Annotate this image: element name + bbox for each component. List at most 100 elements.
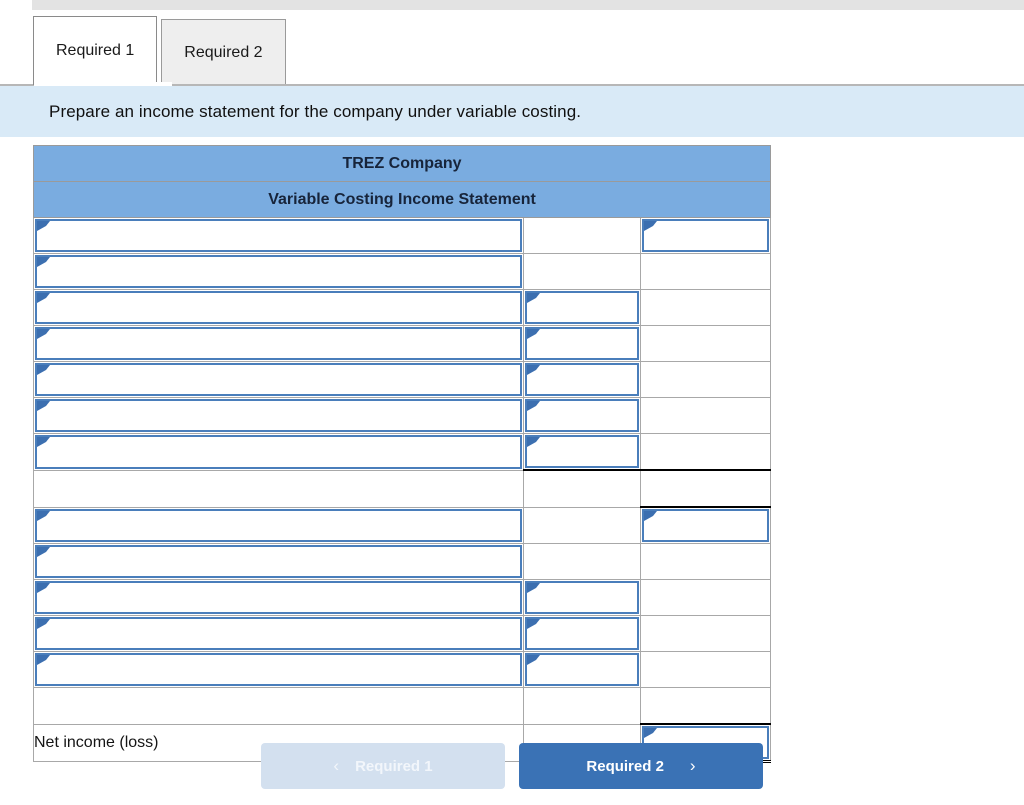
chevron-right-icon: › (689, 756, 696, 775)
statement-input-cell-r4-c1[interactable] (33, 325, 524, 362)
input-wrapper (524, 652, 640, 687)
dropdown-input[interactable] (35, 617, 522, 650)
dropdown-input[interactable] (525, 291, 639, 324)
dropdown-input[interactable] (525, 653, 639, 686)
instruction-text: Prepare an income statement for the comp… (49, 101, 582, 121)
statement-input-cell-r7-c2[interactable] (523, 433, 641, 471)
dropdown-input[interactable] (35, 508, 522, 542)
dropdown-input[interactable] (35, 255, 522, 288)
input-wrapper (34, 652, 523, 687)
statement-cell-r8-c3 (639, 469, 772, 508)
dropdown-input[interactable] (525, 399, 639, 432)
dropdown-input[interactable] (525, 581, 639, 614)
statement-input-cell-r11-c2[interactable] (523, 579, 641, 616)
next-button-label: Required 2 (586, 757, 664, 775)
input-wrapper (34, 326, 523, 361)
dropdown-input[interactable] (35, 363, 522, 396)
statement-cell-r14-c1 (33, 687, 524, 725)
dropdown-input[interactable] (35, 545, 522, 578)
table-row (33, 361, 772, 398)
dropdown-input[interactable] (35, 219, 522, 252)
statement-input-cell-r9-c1[interactable] (33, 506, 524, 544)
instruction-banner: Prepare an income statement for the comp… (0, 84, 1024, 137)
statement-cell-r10-c2 (523, 543, 641, 580)
statement-input-cell-r13-c2[interactable] (523, 651, 641, 688)
table-row (33, 253, 772, 290)
statement-input-cell-r6-c2[interactable] (523, 397, 641, 434)
statement-cell-r1-c2 (523, 217, 641, 254)
statement-cell-r12-c3 (639, 615, 772, 652)
input-wrapper (524, 326, 640, 361)
statement-input-cell-r12-c2[interactable] (523, 615, 641, 652)
input-wrapper (34, 616, 523, 651)
table-header-company-row: TREZ Company (32, 145, 772, 182)
tab-required-2[interactable]: Required 2 (161, 19, 286, 85)
tab-required-1-label: Required 1 (56, 42, 135, 59)
statement-cell-r13-c3 (639, 651, 772, 688)
statement-input-cell-r4-c2[interactable] (523, 325, 641, 362)
prev-button-label: Required 1 (355, 757, 433, 775)
table-header-statement-row: Variable Costing Income Statement (32, 181, 772, 218)
statement-cell-r7-c3 (639, 433, 772, 471)
dropdown-input[interactable] (525, 327, 639, 360)
statement-input-cell-r2-c1[interactable] (33, 253, 524, 290)
prev-required-1-button[interactable]: ‹ Required 1 (261, 743, 505, 789)
statement-input-cell-r7-c1[interactable] (33, 433, 524, 471)
dropdown-input[interactable] (642, 219, 770, 252)
input-wrapper (34, 290, 523, 325)
statement-cell-r5-c3 (639, 361, 772, 398)
dropdown-input[interactable] (525, 617, 639, 650)
dropdown-input[interactable] (35, 435, 522, 469)
input-wrapper (34, 434, 523, 470)
next-required-2-button[interactable]: Required 2 › (519, 743, 763, 789)
variable-costing-income-statement-table: TREZ Company Variable Costing Income Sta… (32, 145, 772, 763)
input-wrapper (524, 398, 640, 433)
navigation-bar: ‹ Required 1 Required 2 › (0, 742, 1024, 790)
statement-input-cell-r1-c1[interactable] (33, 217, 524, 254)
statement-input-cell-r3-c1[interactable] (33, 289, 524, 326)
input-wrapper (641, 508, 770, 543)
input-wrapper (34, 362, 523, 397)
table-row (33, 651, 772, 688)
dropdown-input[interactable] (525, 363, 639, 396)
statement-input-cell-r3-c2[interactable] (523, 289, 641, 326)
table-row (33, 217, 772, 254)
input-wrapper (524, 434, 640, 469)
statement-input-cell-r10-c1[interactable] (33, 543, 524, 580)
input-wrapper (524, 580, 640, 615)
statement-input-cell-r5-c1[interactable] (33, 361, 524, 398)
tab-required-1[interactable]: Required 1 (33, 16, 158, 85)
statement-cell-r8-c2 (523, 469, 641, 508)
statement-cell-r10-c3 (639, 543, 772, 580)
input-wrapper (34, 254, 523, 289)
top-grey-strip (32, 0, 1024, 10)
input-wrapper (34, 508, 523, 544)
statement-cell-r6-c3 (639, 397, 772, 434)
input-wrapper (641, 218, 770, 253)
input-wrapper (34, 544, 523, 579)
statement-cell-r9-c2 (523, 506, 641, 544)
statement-input-cell-r13-c1[interactable] (33, 651, 524, 688)
statement-input-cell-r11-c1[interactable] (33, 579, 524, 616)
dropdown-input[interactable] (642, 509, 770, 542)
company-title-cell: TREZ Company (32, 145, 772, 182)
chevron-left-icon: ‹ (333, 756, 340, 775)
statement-cell-r11-c3 (639, 579, 772, 616)
dropdown-input[interactable] (35, 291, 522, 324)
input-wrapper (34, 398, 523, 433)
dropdown-input[interactable] (35, 653, 522, 686)
table-row (33, 433, 772, 471)
statement-input-cell-r12-c1[interactable] (33, 615, 524, 652)
statement-input-cell-r9-c3[interactable] (639, 506, 772, 544)
dropdown-input[interactable] (35, 581, 522, 614)
dropdown-input[interactable] (525, 435, 639, 468)
dropdown-input[interactable] (35, 399, 522, 432)
dropdown-input[interactable] (35, 327, 522, 360)
statement-input-cell-r6-c1[interactable] (33, 397, 524, 434)
statement-title-cell: Variable Costing Income Statement (32, 181, 772, 218)
statement-cell-r2-c3 (639, 253, 772, 290)
statement-input-cell-r1-c3[interactable] (639, 217, 772, 254)
statement-cell-r14-c3 (639, 687, 772, 725)
statement-input-cell-r5-c2[interactable] (523, 361, 641, 398)
input-wrapper (34, 218, 523, 253)
